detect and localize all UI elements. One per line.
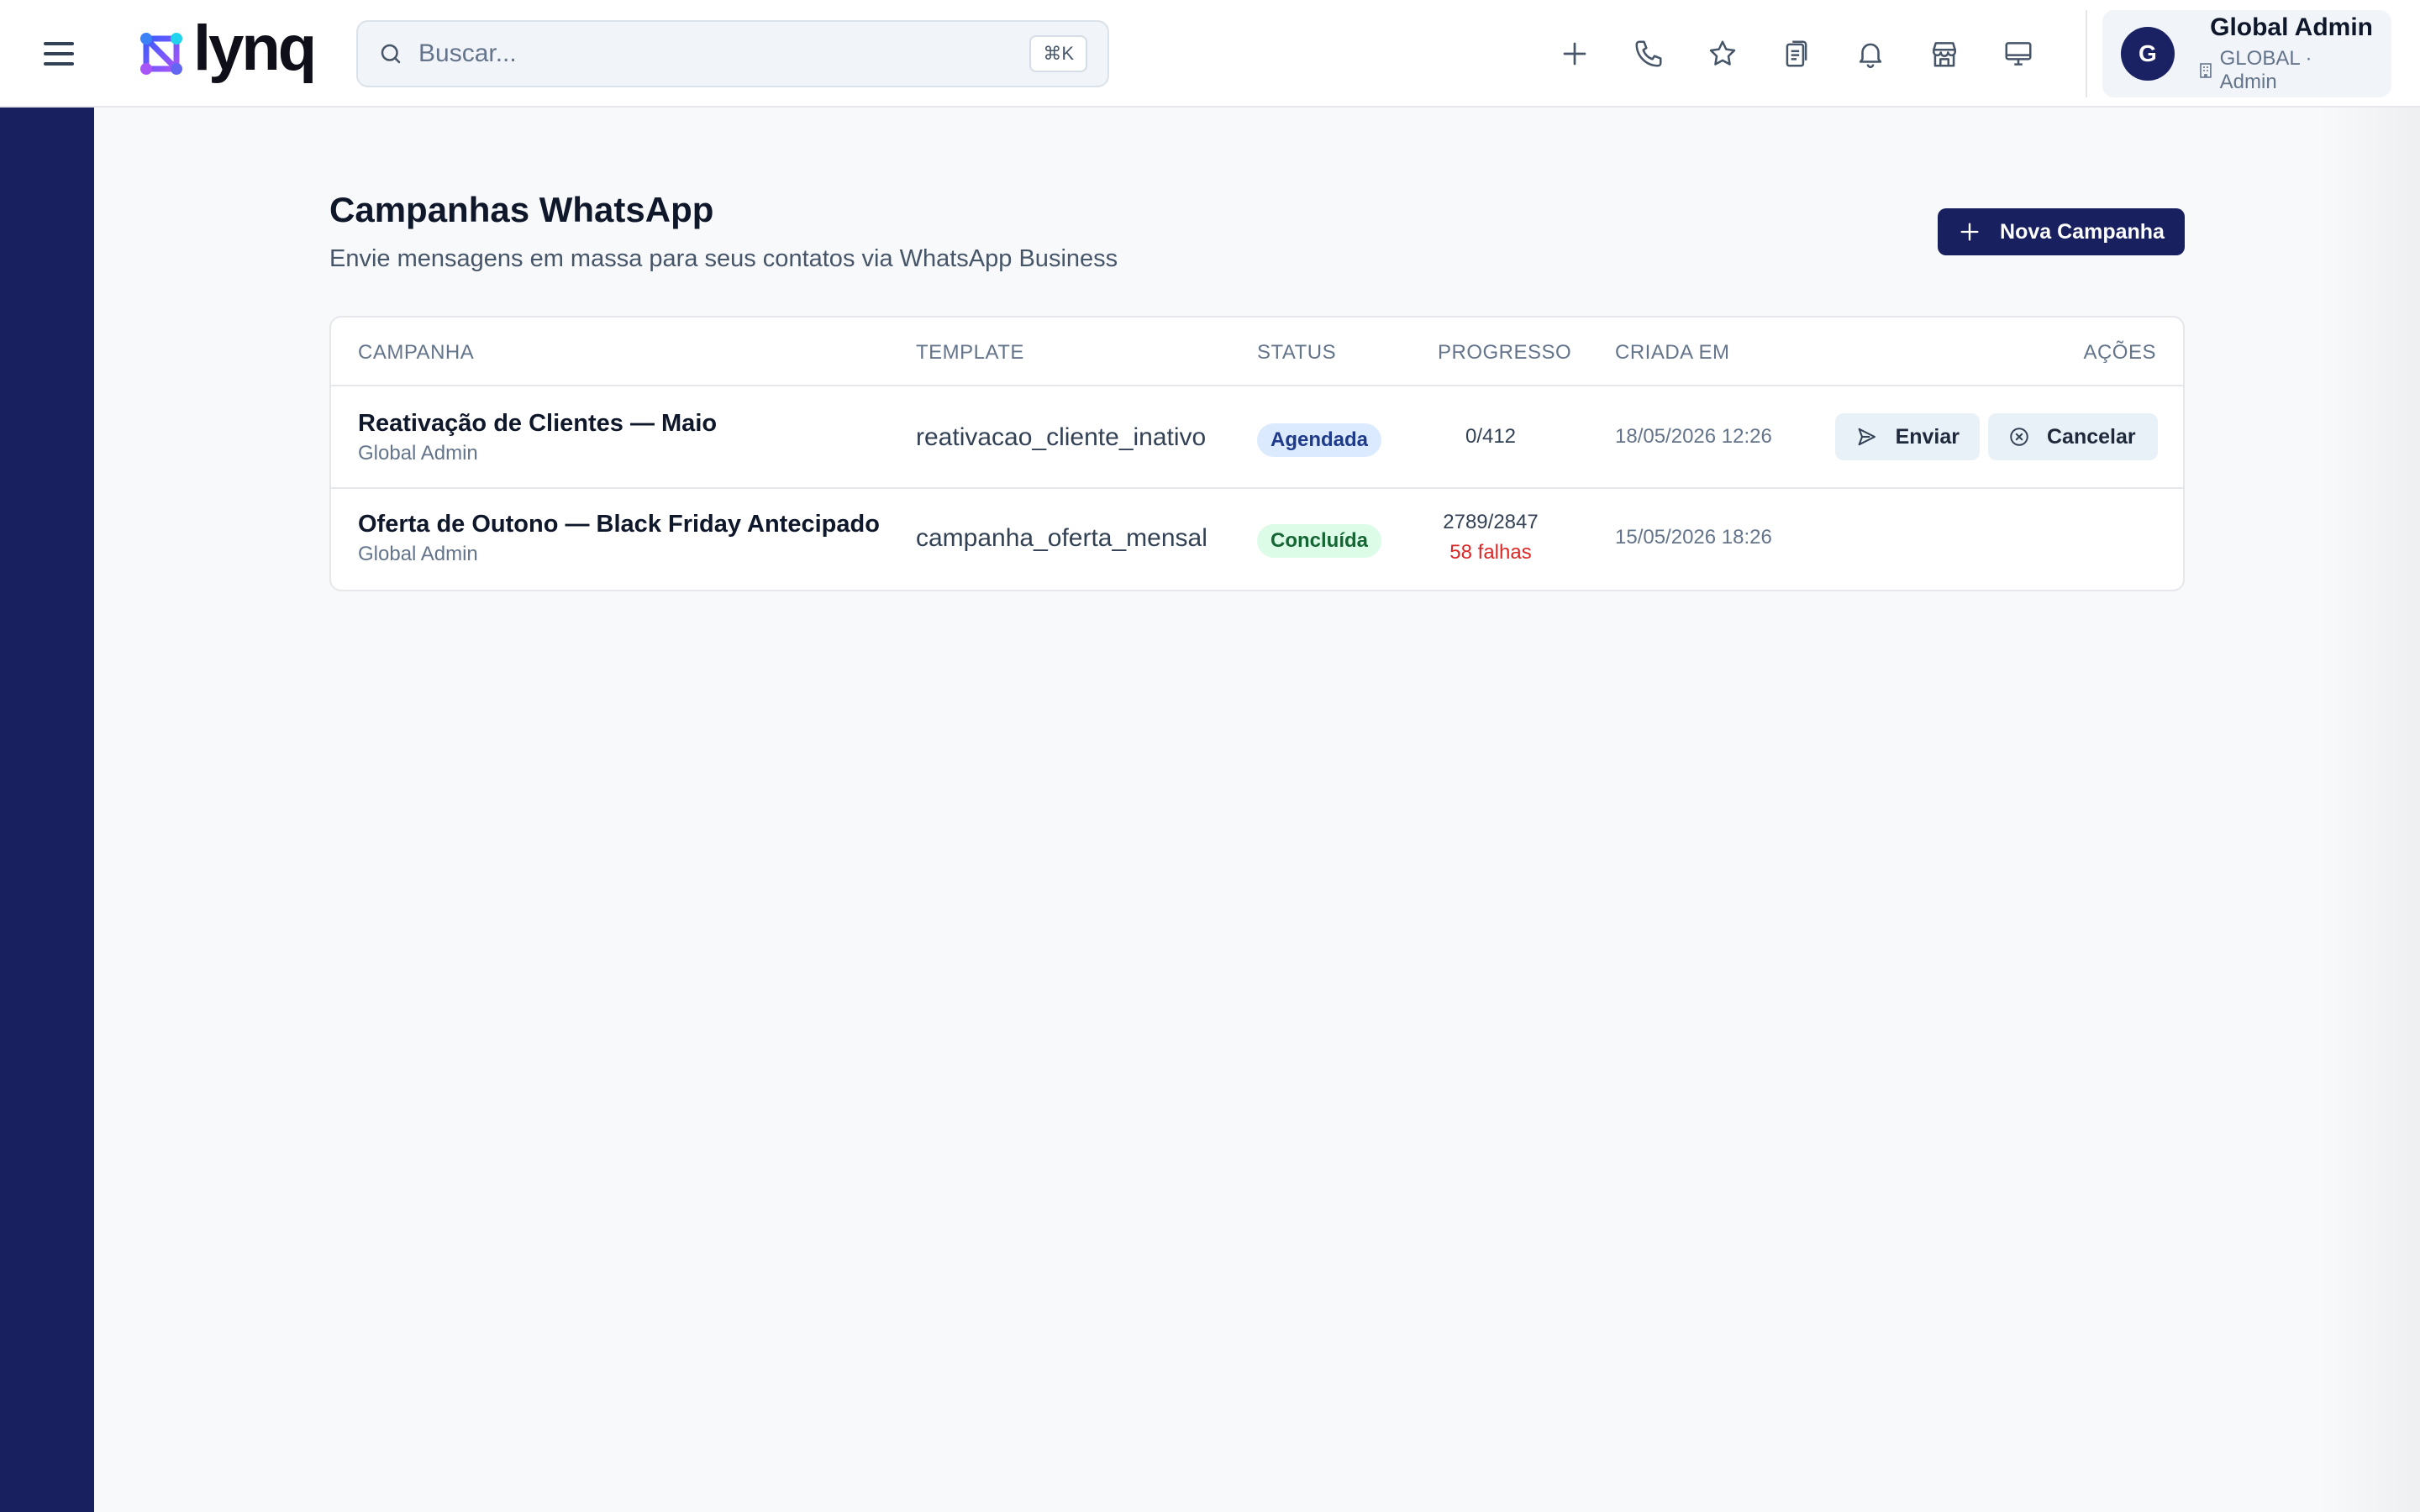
campaign-name[interactable]: Oferta de Outono — Black Friday Antecipa…: [358, 511, 880, 538]
table-row[interactable]: Reativação de Clientes — Maio Global Adm…: [331, 386, 2183, 489]
column-header-campaign[interactable]: CAMPANHA: [358, 341, 474, 365]
monitor-icon[interactable]: [1993, 29, 2044, 79]
page-title: Campanhas WhatsApp: [329, 190, 714, 229]
new-campaign-button[interactable]: Nova Campanha: [1938, 208, 2185, 255]
plus-icon: [1960, 223, 1979, 241]
campaign-progress: 0/412: [1465, 425, 1517, 448]
column-header-created[interactable]: CRIADA EM: [1615, 341, 1730, 365]
search-shortcut-hint: ⌘K: [1029, 35, 1087, 72]
campaign-progress: 2789/2847: [1443, 511, 1539, 533]
logo[interactable]: lynq: [138, 13, 317, 87]
search-bar[interactable]: ⌘K: [356, 20, 1109, 87]
menu-line: [44, 42, 74, 45]
phone-icon[interactable]: [1623, 29, 1674, 79]
column-header-status[interactable]: STATUS: [1257, 341, 1336, 365]
campaign-failures: 58 falhas: [1449, 541, 1532, 564]
menu-line: [44, 52, 74, 55]
sidebar: [0, 108, 94, 1512]
status-badge: Concluída: [1257, 524, 1382, 558]
table-row[interactable]: Oferta de Outono — Black Friday Antecipa…: [331, 489, 2183, 590]
hamburger-menu-button[interactable]: [39, 37, 82, 71]
campaign-name[interactable]: Reativação de Clientes — Maio: [358, 410, 717, 438]
toolbar-icons: [1549, 29, 2044, 79]
user-name: Global Admin: [2210, 13, 2373, 41]
campaign-owner: Global Admin: [358, 543, 478, 565]
page-subtitle: Envie mensagens em massa para seus conta…: [329, 245, 1118, 272]
search-input[interactable]: [418, 39, 1030, 68]
plus-icon[interactable]: [1549, 29, 1600, 79]
store-icon[interactable]: [1919, 29, 1970, 79]
send-button[interactable]: Enviar: [1835, 413, 1980, 460]
menu-line: [44, 62, 74, 66]
bell-icon[interactable]: [1845, 29, 1896, 79]
new-campaign-label: Nova Campanha: [2000, 219, 2165, 244]
campaign-owner: Global Admin: [358, 442, 478, 465]
campaign-created-date: 18/05/2026 12:26: [1615, 425, 1772, 448]
campaign-created-date: 15/05/2026 18:26: [1615, 526, 1772, 549]
cancel-circle-icon: [2010, 428, 2028, 446]
star-icon[interactable]: [1697, 29, 1748, 79]
table-header: CAMPANHA TEMPLATE STATUS PROGRESSO CRIAD…: [331, 318, 2183, 386]
send-icon: [1858, 428, 1876, 446]
user-scope-text: GLOBAL · Admin: [2219, 47, 2312, 93]
campaign-template: reativacao_cliente_inativo: [916, 423, 1207, 451]
user-info: Global Admin GLOBAL · Admin: [2198, 13, 2373, 94]
user-scope: GLOBAL · Admin: [2198, 47, 2373, 94]
avatar: G: [2121, 27, 2175, 81]
search-icon: [381, 44, 401, 64]
cancel-label: Cancelar: [2047, 424, 2136, 449]
status-badge: Agendada: [1257, 423, 1382, 457]
cancel-button[interactable]: Cancelar: [1988, 413, 2158, 460]
user-menu[interactable]: G Global Admin GLOBAL · Admin: [2102, 10, 2391, 97]
column-header-template[interactable]: TEMPLATE: [916, 341, 1024, 365]
top-bar: lynq ⌘K G Globa: [0, 0, 2420, 108]
campaign-template: campanha_oferta_mensal: [916, 524, 1207, 552]
brand-name: lynq: [193, 13, 317, 84]
send-label: Enviar: [1895, 424, 1960, 449]
campaigns-table: CAMPANHA TEMPLATE STATUS PROGRESSO CRIAD…: [329, 316, 2185, 591]
building-icon: [2199, 63, 2212, 78]
clipboard-icon[interactable]: [1771, 29, 1822, 79]
logo-mark-icon: [140, 33, 182, 75]
column-header-actions: AÇÕES: [2083, 341, 2156, 364]
column-header-progress[interactable]: PROGRESSO: [1438, 341, 1571, 365]
toolbar-divider: [2086, 10, 2087, 97]
edge-shade: [2319, 108, 2420, 1512]
